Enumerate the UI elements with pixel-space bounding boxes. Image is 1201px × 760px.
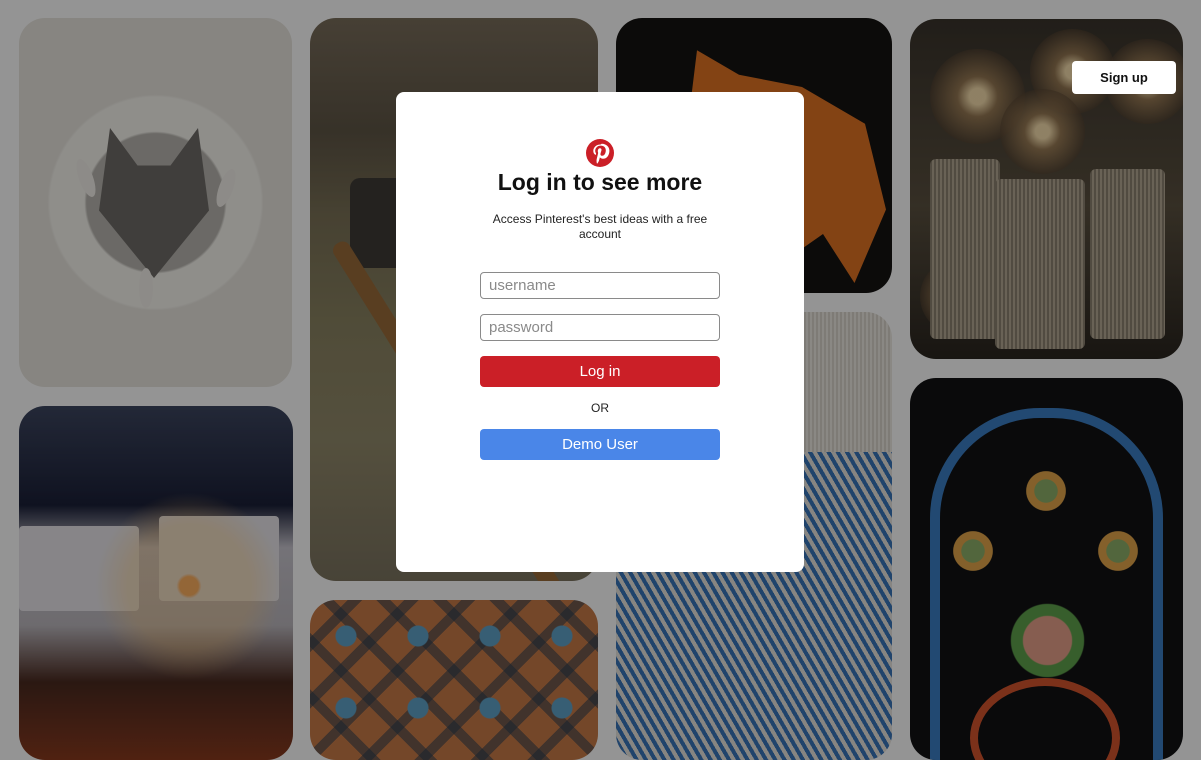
login-button[interactable]: Log in xyxy=(480,356,720,387)
pinterest-logo-icon xyxy=(586,139,614,167)
demo-user-button[interactable]: Demo User xyxy=(480,429,720,460)
username-input[interactable] xyxy=(480,272,720,299)
login-modal: Log in to see more Access Pinterest's be… xyxy=(396,92,804,572)
modal-title: Log in to see more xyxy=(497,169,703,195)
signup-button[interactable]: Sign up xyxy=(1072,61,1176,94)
modal-subtitle: Access Pinterest's best ideas with a fre… xyxy=(492,212,708,241)
or-divider: OR xyxy=(591,401,609,415)
password-input[interactable] xyxy=(480,314,720,341)
